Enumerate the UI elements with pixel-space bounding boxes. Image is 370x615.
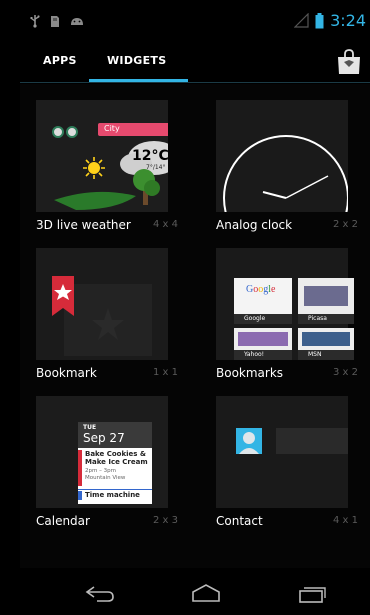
- widget-size: 4 x 4: [153, 219, 178, 230]
- widget-size: 3 x 2: [333, 367, 358, 378]
- sd-card-icon: [51, 15, 59, 27]
- bookmark-tile-label: MSN: [298, 350, 354, 360]
- widget-preview: [216, 396, 354, 508]
- weather-temperature: 12°C: [132, 148, 169, 164]
- calendar-event-title: Bake Cookies & Make Ice Cream: [85, 450, 148, 466]
- calendar-event-list: Bake Cookies & Make Ice Cream 2pm – 3pm …: [78, 448, 152, 504]
- widget-bookmark[interactable]: Bookmark 1 x 1: [20, 232, 190, 380]
- widget-size: 4 x 1: [333, 515, 358, 526]
- widget-preview: [36, 248, 168, 360]
- bookmark-preview-art: [36, 248, 168, 360]
- contact-preview-art: [216, 396, 354, 508]
- tab-bar: APPS WIDGETS: [20, 40, 370, 84]
- navigation-bar: [20, 568, 370, 615]
- bookmark-tile-label: Yahoo!: [234, 350, 292, 360]
- status-time: 3:24: [330, 11, 366, 30]
- weather-button-icon: [52, 126, 64, 138]
- widget-label: Calendar: [36, 514, 90, 528]
- widget-label: Bookmark: [36, 366, 97, 380]
- widget-size: 1 x 1: [153, 367, 178, 378]
- calendar-date: Sep 27: [83, 431, 125, 445]
- tab-divider: [20, 82, 370, 83]
- widget-label: Contact: [216, 514, 263, 528]
- widget-analog-clock[interactable]: Analog clock 2 x 2: [200, 84, 370, 261]
- widget-calendar[interactable]: TUE Sep 27 Bake Cookies & Make Ice Cream…: [20, 380, 190, 528]
- tab-apps[interactable]: APPS: [43, 54, 77, 67]
- widget-preview: [216, 100, 349, 261]
- widget-3d-live-weather[interactable]: City 12°C 7°/14° 3D live weather 4 x 4: [20, 84, 190, 232]
- signal-icon: [294, 13, 309, 28]
- home-icon[interactable]: [190, 583, 222, 603]
- widget-preview: City 12°C 7°/14°: [36, 100, 180, 212]
- launcher-widgets-screen: 3:24 APPS WIDGETS City 12°C 7°/14° 3D li…: [20, 0, 370, 615]
- recents-icon[interactable]: [296, 583, 328, 603]
- android-icon: [71, 18, 83, 25]
- contact-avatar-icon: [236, 428, 262, 454]
- calendar-event-time: 2pm – 3pm: [85, 468, 116, 474]
- sun-icon: [83, 157, 105, 179]
- widget-label: Bookmarks: [216, 366, 284, 380]
- widget-size: 2 x 3: [153, 515, 178, 526]
- bookmark-tile: [298, 328, 354, 350]
- widget-label: Analog clock: [216, 218, 293, 232]
- bookmark-tile-label: Google: [234, 314, 292, 324]
- bookmark-tile: Google: [234, 278, 292, 314]
- bookmark-tile-label: Picasa: [298, 314, 354, 324]
- weather-temp-range: 7°/14°: [146, 164, 166, 171]
- bookmark-tile: [234, 328, 292, 350]
- tab-widgets[interactable]: WIDGETS: [107, 54, 166, 67]
- widget-label: 3D live weather: [36, 218, 131, 232]
- calendar-event-location: Mountain View: [85, 475, 126, 481]
- bookmark-tile: [298, 278, 354, 314]
- calendar-header: TUE Sep 27: [78, 422, 152, 448]
- widget-preview: TUE Sep 27 Bake Cookies & Make Ice Cream…: [36, 396, 168, 508]
- usb-icon: [30, 15, 40, 28]
- status-bar: 3:24: [20, 0, 370, 40]
- analog-clock-icon: [223, 135, 349, 261]
- calendar-weekday: TUE: [83, 424, 97, 431]
- battery-icon: [315, 12, 324, 28]
- widget-contact[interactable]: Contact 4 x 1: [200, 380, 370, 528]
- weather-city: City: [104, 124, 120, 133]
- widget-bookmarks[interactable]: Google Google Picasa Yahoo! MSN Bookmark…: [200, 232, 370, 380]
- widget-preview: Google Google Picasa Yahoo! MSN: [216, 248, 354, 360]
- calendar-next-event: Time machine: [85, 491, 140, 499]
- play-store-bag-icon[interactable]: [336, 48, 362, 76]
- widget-size: 2 x 2: [333, 219, 358, 230]
- back-icon[interactable]: [84, 583, 116, 603]
- location-button-icon: [66, 126, 78, 138]
